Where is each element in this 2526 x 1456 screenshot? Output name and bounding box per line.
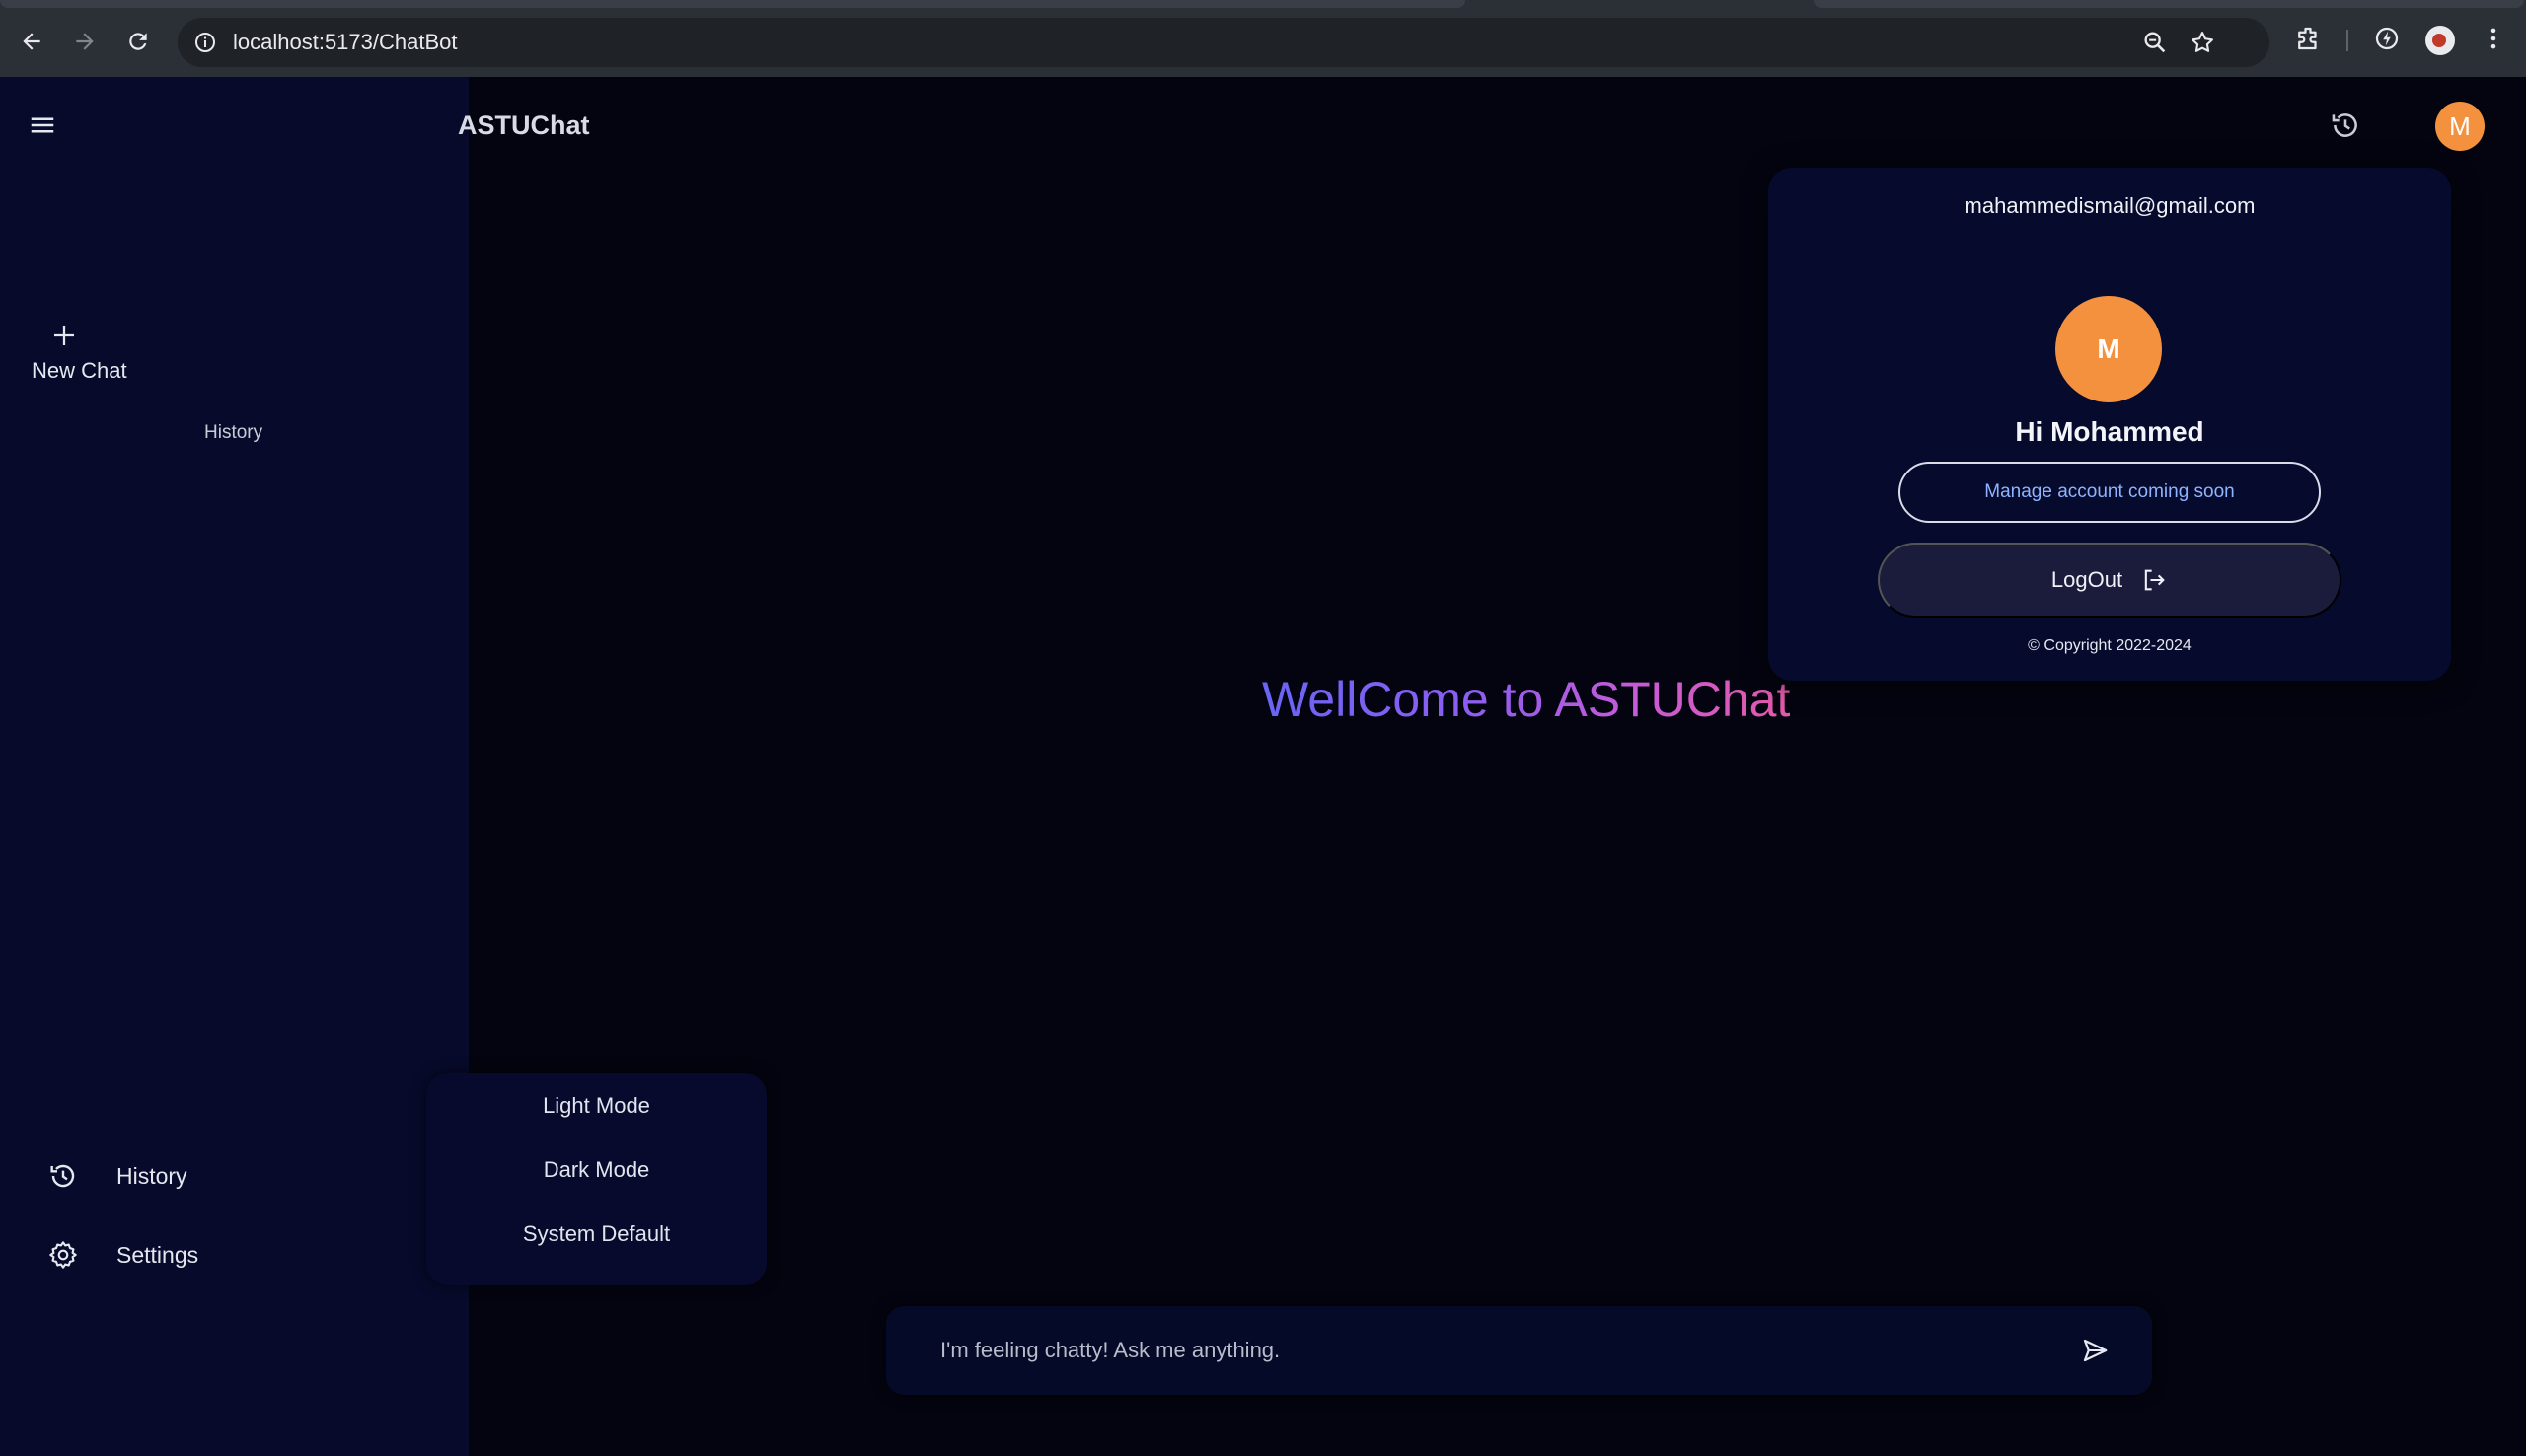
plus-icon xyxy=(54,326,74,345)
menu-kebab-icon[interactable] xyxy=(2479,24,2508,53)
performance-icon[interactable] xyxy=(2372,24,2402,53)
manage-account-button[interactable]: Manage account coming soon xyxy=(1898,462,2321,523)
logout-icon xyxy=(2144,569,2165,591)
zoom-icon[interactable] xyxy=(2141,29,2169,56)
site-info-icon[interactable] xyxy=(193,31,217,54)
gear-icon xyxy=(49,1241,77,1269)
arrow-left-icon xyxy=(23,33,40,50)
profile-avatar-icon[interactable] xyxy=(2425,26,2455,55)
history-icon xyxy=(50,1164,75,1188)
account-popup: mahammedismail@gmail.com M Hi Mohammed M… xyxy=(1768,168,2451,681)
history-icon[interactable] xyxy=(2329,109,2362,142)
hamburger-menu-icon[interactable] xyxy=(28,110,57,140)
browser-tab[interactable] xyxy=(0,0,1465,8)
send-icon[interactable] xyxy=(2080,1336,2110,1365)
extensions-icon[interactable] xyxy=(2293,24,2323,53)
logout-label: LogOut xyxy=(2050,567,2123,592)
copyright-text: © Copyright 2022-2024 xyxy=(2028,637,2192,654)
sidebar-item-label: History xyxy=(116,1163,187,1189)
reload-icon xyxy=(129,33,147,50)
prompt-bar xyxy=(886,1306,2152,1395)
manage-account-label: Manage account coming soon xyxy=(1984,481,2235,502)
sidebar-item-history[interactable]: History xyxy=(47,1154,343,1198)
prompt-input[interactable] xyxy=(940,1332,2006,1369)
toolbar-divider xyxy=(2346,30,2348,51)
history-heading: History xyxy=(204,422,263,443)
new-chat-button[interactable]: New Chat xyxy=(30,321,138,390)
star-icon[interactable] xyxy=(2189,29,2216,56)
account-avatar: M xyxy=(2055,296,2162,402)
menu-item-light-mode[interactable]: Light Mode xyxy=(426,1093,767,1119)
reload-button[interactable] xyxy=(118,22,158,61)
browser-tab[interactable] xyxy=(1814,0,2524,8)
browser-chrome: localhost:5173/ChatBot xyxy=(0,0,2526,77)
sidebar-item-settings[interactable]: Settings xyxy=(47,1233,343,1276)
menu-item-dark-mode[interactable]: Dark Mode xyxy=(426,1157,767,1183)
welcome-heading: WellCome to ASTUChat xyxy=(1262,672,1791,727)
theme-menu: Light Mode Dark Mode System Default xyxy=(426,1073,767,1285)
sidebar-item-label: Settings xyxy=(116,1242,199,1268)
account-greeting: Hi Mohammed xyxy=(2015,416,2204,447)
back-button[interactable] xyxy=(12,22,51,61)
account-email: mahammedismail@gmail.com xyxy=(1964,193,2256,218)
logout-button[interactable]: LogOut xyxy=(1878,543,2341,618)
menu-item-system-default[interactable]: System Default xyxy=(426,1221,767,1247)
avatar[interactable]: M xyxy=(2435,102,2485,151)
forward-button[interactable] xyxy=(65,22,105,61)
new-chat-label: New Chat xyxy=(32,358,127,383)
app-title: ASTUChat xyxy=(458,110,590,140)
url-text[interactable]: localhost:5173/ChatBot xyxy=(233,30,458,55)
address-bar[interactable]: localhost:5173/ChatBot xyxy=(178,18,2269,67)
arrow-right-icon xyxy=(76,33,94,50)
